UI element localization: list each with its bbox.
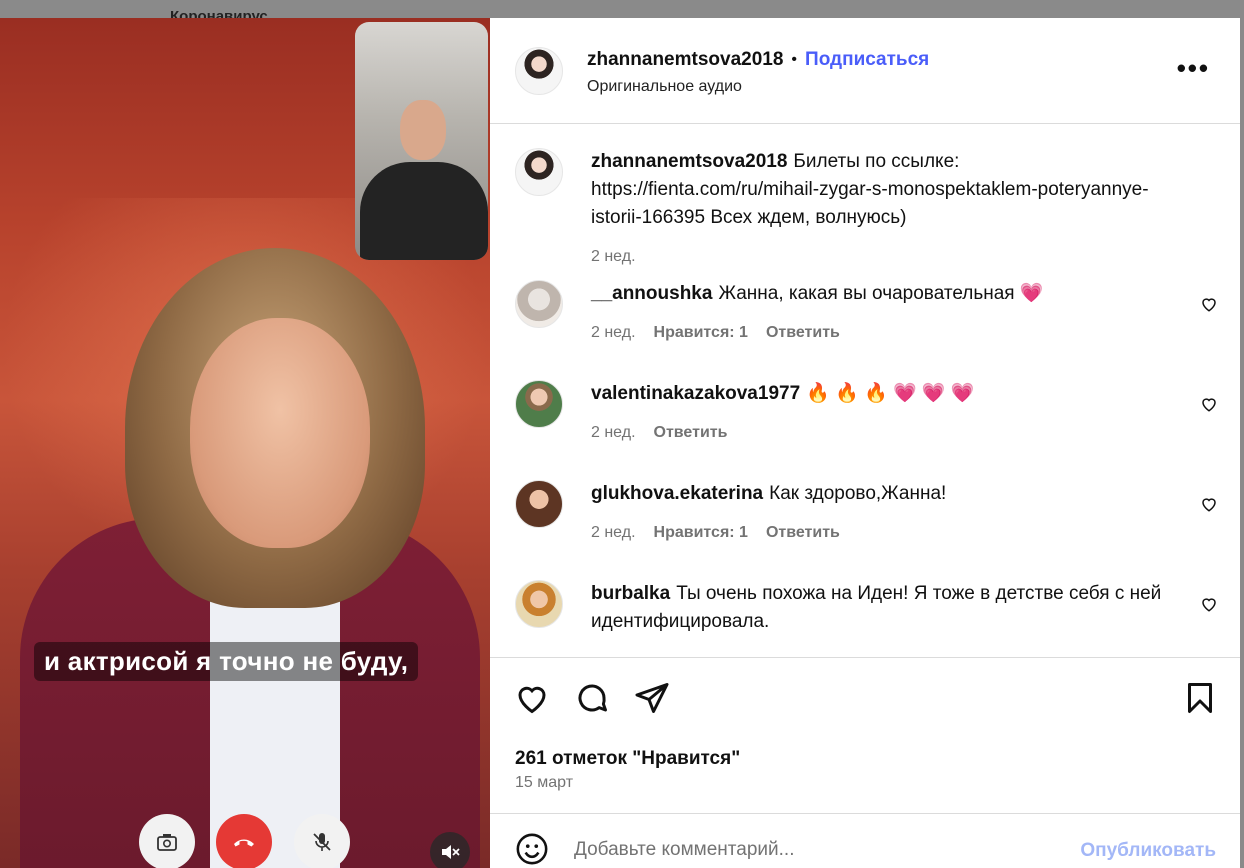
- comment-meta: 2 нед. Нравится: 1 Ответить: [591, 524, 840, 542]
- hang-up-icon: [216, 814, 272, 868]
- comment-emoji: 🔥 🔥 🔥 💗 💗 💗: [806, 383, 975, 404]
- pip-person-head: [400, 100, 446, 160]
- comment-text: Ты очень похожа на Иден! Я тоже в детств…: [591, 583, 1162, 632]
- like-comment-icon[interactable]: [1200, 395, 1218, 413]
- author-avatar[interactable]: [515, 47, 563, 95]
- post-details-panel: zhannanemtsova2018 • Подписаться Оригина…: [490, 18, 1240, 868]
- comment-item: __annoushka Жанна, какая вы очаровательна…: [490, 280, 1240, 370]
- video-subtitle: и актрисой я точно не буду,: [34, 642, 419, 681]
- separator-dot: •: [791, 51, 798, 68]
- commenter-avatar[interactable]: [515, 580, 563, 628]
- audio-label[interactable]: Оригинальное аудио: [587, 78, 742, 96]
- comment-text: Жанна, какая вы очаровательная: [718, 283, 1015, 304]
- comment-likes[interactable]: Нравится: 1: [654, 524, 748, 542]
- commenter-avatar[interactable]: [515, 380, 563, 428]
- sound-muted-icon[interactable]: [430, 832, 470, 868]
- caption-meta: 2 нед.: [591, 248, 636, 266]
- post-modal: и актрисой я точно не буду, zhannanemtso…: [0, 18, 1240, 868]
- comment-input[interactable]: [574, 834, 1044, 866]
- like-icon[interactable]: [514, 680, 550, 716]
- caption-time[interactable]: 2 нед.: [591, 248, 636, 266]
- post-caption: zhannanemtsova2018 Билеты по ссылке: http…: [490, 148, 1240, 268]
- comment-meta: 2 нед. Ответить: [591, 424, 727, 442]
- post-date: 15 март: [515, 774, 574, 791]
- pip-person-body: [360, 162, 488, 260]
- author-line: zhannanemtsova2018 • Подписаться: [587, 49, 929, 71]
- caption-text-block: zhannanemtsova2018 Билеты по ссылке: http…: [591, 148, 1181, 232]
- comment-username[interactable]: glukhova.ekaterina: [591, 483, 763, 504]
- comment-time[interactable]: 2 нед.: [591, 324, 636, 342]
- comment-text: Как здорово,Жанна!: [769, 483, 947, 504]
- more-options-icon[interactable]: •••: [1177, 55, 1210, 81]
- caption-username[interactable]: zhannanemtsova2018: [591, 151, 787, 172]
- video-pip-window: [355, 22, 488, 260]
- microphone-off-icon: [294, 814, 350, 868]
- comment-text-block: __annoushka Жанна, какая вы очаровательна…: [591, 280, 1181, 308]
- comment-emoji: 💗: [1019, 283, 1044, 304]
- commenter-avatar[interactable]: [515, 280, 563, 328]
- caption-author-avatar[interactable]: [515, 148, 563, 196]
- comment-item: glukhova.ekaterina Как здорово,Жанна! 2 н…: [490, 480, 1240, 570]
- emoji-picker-icon[interactable]: [515, 832, 549, 866]
- comments-list[interactable]: zhannanemtsova2018 Билеты по ссылке: http…: [490, 124, 1240, 658]
- comment-icon[interactable]: [574, 680, 610, 716]
- comment-likes[interactable]: Нравится: 1: [654, 324, 748, 342]
- save-bookmark-icon[interactable]: [1182, 680, 1218, 716]
- comment-time[interactable]: 2 нед.: [591, 424, 636, 442]
- video-person-face: [190, 318, 370, 548]
- comment-username[interactable]: __annoushka: [591, 283, 712, 304]
- likes-count[interactable]: 261 отметок "Нравится": [515, 748, 740, 770]
- comment-composer: Опубликовать: [490, 813, 1240, 868]
- like-comment-icon[interactable]: [1200, 295, 1218, 313]
- follow-button[interactable]: Подписаться: [805, 49, 929, 71]
- share-icon[interactable]: [634, 680, 670, 716]
- video-player[interactable]: и актрисой я точно не буду,: [0, 18, 490, 868]
- comment-meta: 2 нед. Нравится: 1 Ответить: [591, 324, 840, 342]
- like-comment-icon[interactable]: [1200, 495, 1218, 513]
- comment-text-block: valentinakazakova1977 🔥 🔥 🔥 💗 💗 💗: [591, 380, 1181, 408]
- author-username[interactable]: zhannanemtsova2018: [587, 49, 783, 71]
- like-comment-icon[interactable]: [1200, 595, 1218, 613]
- comment-username[interactable]: valentinakazakova1977: [591, 383, 800, 404]
- comment-item: valentinakazakova1977 🔥 🔥 🔥 💗 💗 💗 2 нед. …: [490, 380, 1240, 470]
- post-actions-bar: [490, 658, 1240, 738]
- comment-text-block: glukhova.ekaterina Как здорово,Жанна!: [591, 480, 1181, 508]
- comment-username[interactable]: burbalka: [591, 583, 670, 604]
- comment-time[interactable]: 2 нед.: [591, 524, 636, 542]
- comment-item: burbalka Ты очень похожа на Иден! Я тоже …: [490, 580, 1240, 657]
- comment-text-block: burbalka Ты очень похожа на Иден! Я тоже …: [591, 580, 1181, 636]
- post-header: zhannanemtsova2018 • Подписаться Оригина…: [490, 18, 1240, 124]
- commenter-avatar[interactable]: [515, 480, 563, 528]
- reply-button[interactable]: Ответить: [654, 424, 728, 442]
- flip-camera-icon: [139, 814, 195, 868]
- publish-button[interactable]: Опубликовать: [1080, 840, 1216, 862]
- reply-button[interactable]: Ответить: [766, 324, 840, 342]
- reply-button[interactable]: Ответить: [766, 524, 840, 542]
